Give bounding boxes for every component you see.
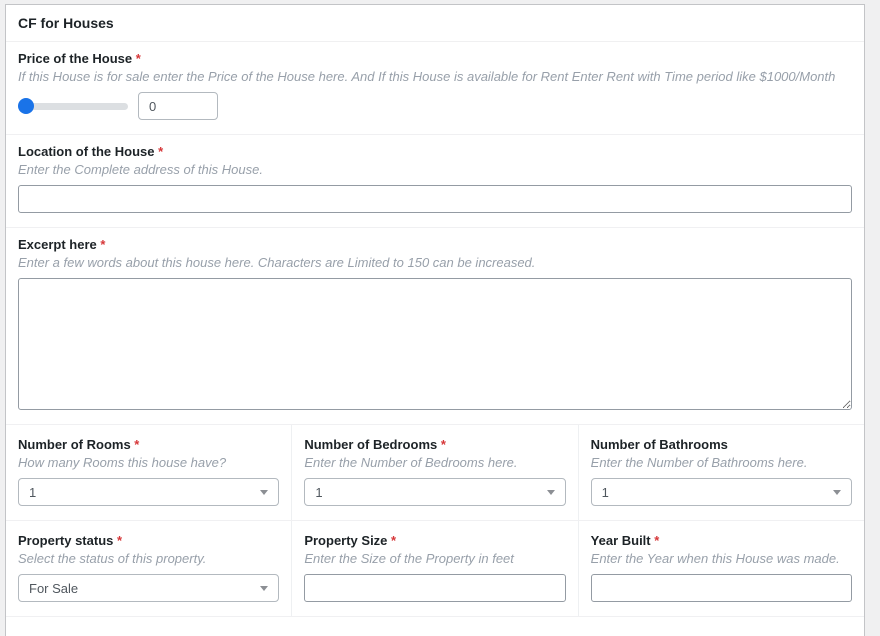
- price-slider-thumb[interactable]: [18, 98, 34, 114]
- field-bedrooms: Number of Bedrooms * Enter the Number of…: [292, 425, 578, 520]
- bedrooms-label-text: Number of Bedrooms: [304, 437, 437, 452]
- rooms-label-text: Number of Rooms: [18, 437, 131, 452]
- required-asterisk: *: [654, 533, 659, 548]
- field-size: Property Size * Enter the Size of the Pr…: [292, 521, 578, 616]
- bedrooms-select[interactable]: 1: [304, 478, 565, 506]
- bathrooms-description: Enter the Number of Bathrooms here.: [591, 455, 852, 471]
- panel-title: CF for Houses: [6, 5, 864, 42]
- required-asterisk: *: [441, 437, 446, 452]
- excerpt-textarea[interactable]: [18, 278, 852, 410]
- chevron-down-icon: [547, 490, 555, 495]
- size-label-text: Property Size: [304, 533, 387, 548]
- required-asterisk: *: [134, 437, 139, 452]
- field-price: Price of the House * If this House is fo…: [6, 42, 864, 135]
- chevron-down-icon: [260, 490, 268, 495]
- year-label-text: Year Built: [591, 533, 651, 548]
- price-controls: [18, 92, 852, 120]
- required-asterisk: *: [100, 237, 105, 252]
- location-label: Location of the House *: [18, 144, 852, 160]
- price-input[interactable]: [138, 92, 218, 120]
- rooms-select[interactable]: 1: [18, 478, 279, 506]
- price-label-text: Price of the House: [18, 51, 132, 66]
- location-input[interactable]: [18, 185, 852, 213]
- price-description: If this House is for sale enter the Pric…: [18, 69, 852, 85]
- bathrooms-select[interactable]: 1: [591, 478, 852, 506]
- year-input[interactable]: [591, 574, 852, 602]
- status-description: Select the status of this property.: [18, 551, 279, 567]
- field-bathrooms: Number of Bathrooms Enter the Number of …: [579, 425, 864, 520]
- location-label-text: Location of the House: [18, 144, 155, 159]
- bedrooms-description: Enter the Number of Bedrooms here.: [304, 455, 565, 471]
- rooms-description: How many Rooms this house have?: [18, 455, 279, 471]
- field-year: Year Built * Enter the Year when this Ho…: [579, 521, 864, 616]
- excerpt-label-text: Excerpt here: [18, 237, 97, 252]
- field-excerpt: Excerpt here * Enter a few words about t…: [6, 228, 864, 425]
- excerpt-label: Excerpt here *: [18, 237, 852, 253]
- row-room-counts: Number of Rooms * How many Rooms this ho…: [6, 425, 864, 521]
- rooms-select-value: 1: [29, 485, 36, 500]
- status-select[interactable]: For Sale: [18, 574, 279, 602]
- chevron-down-icon: [260, 586, 268, 591]
- status-label: Property status *: [18, 533, 279, 549]
- field-location: Location of the House * Enter the Comple…: [6, 135, 864, 228]
- bathrooms-label: Number of Bathrooms: [591, 437, 852, 453]
- bedrooms-select-value: 1: [315, 485, 322, 500]
- excerpt-description: Enter a few words about this house here.…: [18, 255, 852, 271]
- bathrooms-label-text: Number of Bathrooms: [591, 437, 728, 452]
- size-description: Enter the Size of the Property in feet: [304, 551, 565, 567]
- chevron-down-icon: [833, 490, 841, 495]
- bathrooms-select-value: 1: [602, 485, 609, 500]
- required-asterisk: *: [158, 144, 163, 159]
- required-asterisk: *: [391, 533, 396, 548]
- price-slider[interactable]: [18, 103, 128, 110]
- location-description: Enter the Complete address of this House…: [18, 162, 852, 178]
- next-section-stub: [6, 617, 864, 636]
- bedrooms-label: Number of Bedrooms *: [304, 437, 565, 453]
- size-label: Property Size *: [304, 533, 565, 549]
- status-label-text: Property status: [18, 533, 113, 548]
- field-rooms: Number of Rooms * How many Rooms this ho…: [6, 425, 292, 520]
- status-select-value: For Sale: [29, 581, 78, 596]
- year-label: Year Built *: [591, 533, 852, 549]
- rooms-label: Number of Rooms *: [18, 437, 279, 453]
- size-input[interactable]: [304, 574, 565, 602]
- cf-for-houses-panel: CF for Houses Price of the House * If th…: [5, 4, 865, 636]
- required-asterisk: *: [117, 533, 122, 548]
- price-label: Price of the House *: [18, 51, 852, 67]
- field-status: Property status * Select the status of t…: [6, 521, 292, 616]
- year-description: Enter the Year when this House was made.: [591, 551, 852, 567]
- required-asterisk: *: [136, 51, 141, 66]
- row-property-meta: Property status * Select the status of t…: [6, 521, 864, 617]
